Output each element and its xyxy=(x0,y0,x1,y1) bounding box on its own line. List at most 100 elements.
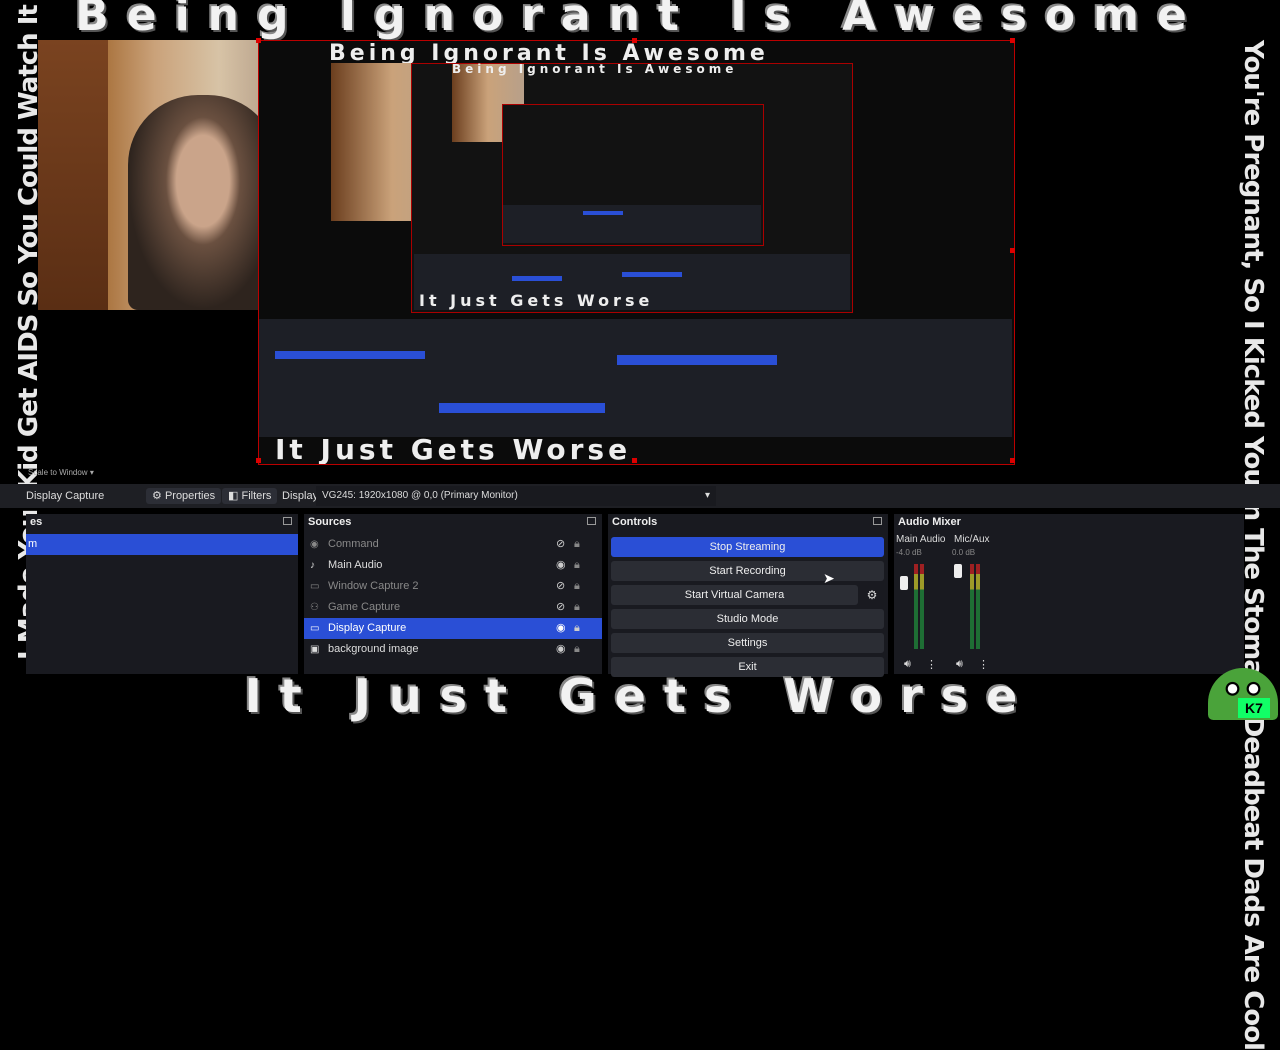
preview-banner-bottom: It Just Gets Worse xyxy=(275,433,632,465)
scale-to-window-label[interactable]: Scale to Window ▾ xyxy=(28,468,94,477)
resize-handle-bl[interactable] xyxy=(256,458,261,463)
display-select-value: VG245: 1920x1080 @ 0,0 (Primary Monitor) xyxy=(322,490,518,501)
sources-dock: Sources ◉ Command ⊘ 🔒︎ ♪ Main Audio ◉ 🔒︎… xyxy=(304,514,602,674)
toolbar-source-name: Display Capture xyxy=(26,490,105,502)
mouse-cursor-icon: ➤ xyxy=(823,570,835,586)
lock-icon[interactable]: 🔒︎ xyxy=(574,597,580,618)
virtual-camera-settings-gear-icon[interactable]: ⚙ xyxy=(860,585,884,605)
resize-handle-t[interactable] xyxy=(632,38,637,43)
monitor-icon: ▭ xyxy=(310,623,320,634)
sources-title: Sources xyxy=(308,516,352,528)
controls-dock: Controls Stop Streaming Start Recording … xyxy=(608,514,888,677)
preview-nested-highlight xyxy=(583,211,623,215)
studio-mode-button[interactable]: Studio Mode xyxy=(611,609,884,629)
source-label: Command xyxy=(328,538,379,550)
webcam-person xyxy=(128,95,278,310)
scenes-title: es xyxy=(30,516,43,528)
display-select[interactable]: VG245: 1920x1080 @ 0,0 (Primary Monitor)… xyxy=(316,486,716,506)
window-icon: ▭ xyxy=(310,581,320,592)
start-recording-button[interactable]: Start Recording xyxy=(611,561,884,581)
source-toolbar: Display Capture ⚙ Properties ◧ Filters D… xyxy=(0,484,1280,508)
resize-handle-tr[interactable] xyxy=(1010,38,1015,43)
preview-stop-streaming xyxy=(617,355,777,365)
source-item-window-capture-2[interactable]: ▭ Window Capture 2 ⊘ 🔒︎ xyxy=(304,576,602,597)
lock-icon[interactable]: 🔒︎ xyxy=(574,618,580,639)
audio-mixer-title: Audio Mixer xyxy=(898,516,961,528)
resize-handle-tl[interactable] xyxy=(256,38,261,43)
source-item-main-audio[interactable]: ♪ Main Audio ◉ 🔒︎ xyxy=(304,555,602,576)
volume-meter xyxy=(970,564,974,649)
preview-nested-frame: Being Ignorant Is Awesome xyxy=(411,62,853,313)
terminal-icon: ◉ xyxy=(310,539,319,550)
mixer-channel-level: 0.0 dB xyxy=(952,548,976,557)
lock-icon[interactable]: 🔒︎ xyxy=(574,555,580,576)
undock-icon[interactable] xyxy=(587,517,596,525)
undock-icon[interactable] xyxy=(283,517,292,525)
speaker-icon: ♪ xyxy=(310,560,315,571)
lock-icon[interactable]: 🔒︎ xyxy=(574,576,580,597)
properties-label: Properties xyxy=(164,490,216,502)
bottom-banner-text: It Just Gets Worse xyxy=(244,669,1036,723)
gamepad-icon: ⚇ xyxy=(310,602,319,613)
volume-meter xyxy=(914,564,918,649)
eye-slash-icon[interactable]: ⊘ xyxy=(556,576,565,597)
source-item-command[interactable]: ◉ Command ⊘ 🔒︎ xyxy=(304,534,602,555)
display-label: Display xyxy=(282,490,319,502)
source-item-game-capture[interactable]: ⚇ Game Capture ⊘ 🔒︎ xyxy=(304,597,602,618)
preview-selected-scene xyxy=(275,351,425,359)
gear-icon: ⚙ xyxy=(152,490,162,502)
audio-mixer-header: Audio Mixer xyxy=(894,514,1244,530)
preview-ui-capture xyxy=(259,319,1012,437)
resize-handle-r[interactable] xyxy=(1010,248,1015,253)
eye-icon[interactable]: ◉ xyxy=(556,555,566,576)
preview-banner-mid: It Just Gets Worse xyxy=(419,291,654,310)
chevron-down-icon: ▾ xyxy=(704,490,710,501)
sources-header: Sources xyxy=(304,514,602,530)
volume-meter xyxy=(976,564,980,649)
volume-fader[interactable] xyxy=(954,564,962,578)
resize-handle-br[interactable] xyxy=(1010,458,1015,463)
controls-header: Controls xyxy=(608,514,888,530)
settings-button[interactable]: Settings xyxy=(611,633,884,653)
scenes-header: es xyxy=(26,514,298,530)
lock-icon[interactable]: 🔒︎ xyxy=(574,534,580,555)
top-banner-text: Being Ignorant Is Awesome xyxy=(75,0,1205,41)
preview-canvas[interactable]: Being Ignorant Is Awesome Being Ignorant… xyxy=(258,40,1015,465)
k-badge: K7 xyxy=(1238,698,1270,718)
preview-nested-highlight-2 xyxy=(512,276,562,281)
undock-icon[interactable] xyxy=(873,517,882,525)
source-item-background-image[interactable]: ▣ background image ◉ 🔒︎ xyxy=(304,639,602,660)
preview-nested-frame-2 xyxy=(502,104,764,246)
source-label: Window Capture 2 xyxy=(328,580,419,592)
filter-icon: ◧ xyxy=(228,490,239,502)
scene-item-selected[interactable]: m xyxy=(26,534,298,555)
start-virtual-camera-button[interactable]: Start Virtual Camera xyxy=(611,585,858,605)
webcam-door xyxy=(38,40,108,310)
filters-button[interactable]: ◧ Filters xyxy=(222,488,278,504)
source-label: background image xyxy=(328,643,419,655)
audio-mixer-dock: Audio Mixer Main Audio -4.0 dB Mic/Aux 0… xyxy=(894,514,1244,674)
lock-icon[interactable]: 🔒︎ xyxy=(574,639,580,660)
controls-title: Controls xyxy=(612,516,658,528)
eye-icon[interactable]: ◉ xyxy=(556,639,566,660)
source-item-display-capture[interactable]: ▭ Display Capture ◉ 🔒︎ xyxy=(304,618,602,639)
source-label: Game Capture xyxy=(328,601,401,613)
scenes-dock: es m xyxy=(26,514,298,674)
mixer-channel-level: -4.0 dB xyxy=(896,548,922,557)
volume-fader[interactable] xyxy=(900,576,908,590)
preview-nested-banner: Being Ignorant Is Awesome xyxy=(452,62,738,76)
eye-slash-icon[interactable]: ⊘ xyxy=(556,534,565,555)
mixer-channel-name: Main Audio xyxy=(896,534,946,545)
eye-icon[interactable]: ◉ xyxy=(556,618,566,639)
scene-item-label: m xyxy=(28,538,38,550)
preview-selected-source xyxy=(439,403,605,413)
chevron-down-icon: ▾ xyxy=(89,468,94,477)
source-label: Main Audio xyxy=(328,559,383,571)
source-label: Display Capture xyxy=(328,622,407,634)
resize-handle-b[interactable] xyxy=(632,458,637,463)
scale-label-text: Scale to Window xyxy=(28,468,88,477)
preview-nested-ui xyxy=(503,205,761,243)
eye-slash-icon[interactable]: ⊘ xyxy=(556,597,565,618)
stop-streaming-button[interactable]: Stop Streaming xyxy=(611,537,884,557)
properties-button[interactable]: ⚙ Properties xyxy=(146,488,222,504)
